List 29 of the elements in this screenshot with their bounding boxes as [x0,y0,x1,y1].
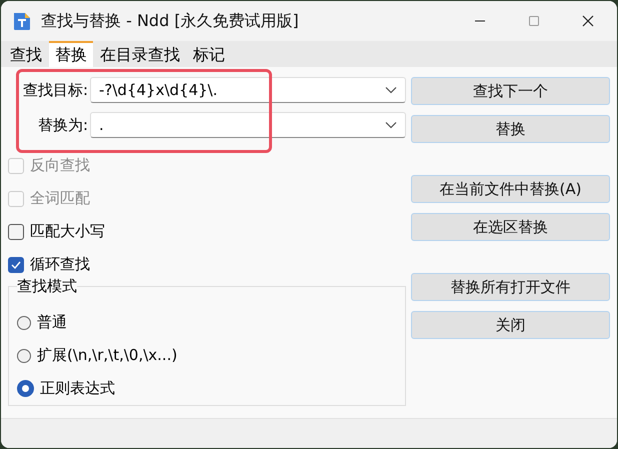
chevron-down-icon[interactable] [385,86,397,94]
combo-field[interactable]: . [90,112,406,138]
button[interactable]: 替换 [411,115,610,143]
app-icon [13,11,31,31]
button[interactable]: 在选区替换 [411,213,610,241]
field-label: 替换为: [36,116,89,134]
radio-label: 普通 [37,313,67,332]
button[interactable]: 在当前文件中替换(A) [411,175,610,203]
checkbox-label: 反向查找 [30,156,90,175]
checkbox[interactable] [8,224,24,240]
window-title: 查找与替换 - Ndd [永久免费试用版] [41,10,300,32]
tab[interactable]: 替换 [49,41,93,67]
checkbox[interactable] [8,256,24,272]
checkbox-label: 全词匹配 [30,189,90,208]
radio-label: 正则表达式 [40,379,115,398]
radio-button[interactable] [17,348,31,362]
field-label: 查找目标: [22,80,89,100]
button[interactable]: 替换所有打开文件 [411,273,610,301]
radio-button[interactable] [17,316,31,330]
chevron-down-icon[interactable] [385,121,397,129]
checkbox-label: 匹配大小写 [30,222,105,241]
radio-button[interactable] [17,380,34,397]
check-icon [10,260,22,270]
group-title: 查找模式 [17,277,77,296]
radio-label: 扩展(\n,\r,\t,\0,\x...) [37,346,178,365]
button[interactable]: 查找下一个 [411,77,610,105]
checkbox-label: 循环查找 [30,255,90,274]
button[interactable]: 关闭 [411,311,610,339]
combo-field[interactable]: -?\d{4}x\d{4}\. [90,77,406,103]
